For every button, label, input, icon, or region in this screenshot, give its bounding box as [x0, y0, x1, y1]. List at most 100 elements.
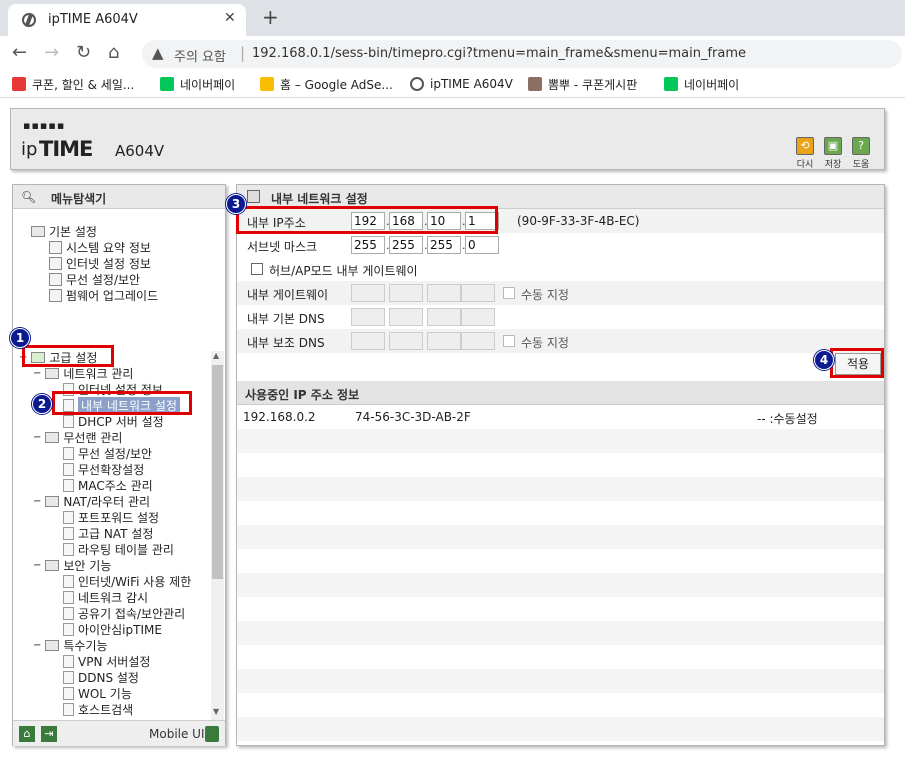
bookmark-adsense[interactable]: 홈 – Google AdSe... — [260, 75, 393, 93]
new-tab-icon[interactable]: + — [262, 5, 279, 29]
save-button[interactable]: ▣ 저장 — [819, 137, 847, 170]
subnet-octet-2[interactable]: 255 — [389, 236, 423, 254]
sidebar-scrollbar[interactable]: ▲ ▼ — [211, 351, 224, 721]
content-title: 내부 네트워크 설정 — [271, 192, 368, 206]
collapse-icon[interactable]: − — [33, 560, 41, 571]
menu-explorer-title: 메뉴탐색기 — [51, 192, 107, 206]
tree-label: 무선 설정/보안 — [78, 446, 153, 461]
tree-item[interactable]: 라우팅 테이블 관리 — [63, 541, 174, 557]
gateway-octet-3[interactable] — [427, 284, 461, 302]
home-icon[interactable]: ⌂ — [19, 726, 35, 742]
tree-item[interactable]: 네트워크 감시 — [63, 589, 148, 605]
page-icon — [63, 446, 74, 460]
refresh-button[interactable]: ⟲ 다시 — [791, 137, 819, 170]
subnet-octet-4[interactable]: 0 — [465, 236, 499, 254]
tree-label: 기본 설정 — [49, 224, 97, 239]
hub-ap-checkbox[interactable] — [251, 263, 263, 275]
dns-manual-label: 수동 지정 — [521, 336, 569, 350]
bookmark-iptime[interactable]: ipTIME A604V — [410, 75, 513, 93]
dns2-octet-4[interactable] — [461, 332, 495, 350]
tree-label: NAT/라우터 관리 — [63, 494, 151, 509]
home-icon[interactable]: ⌂ — [108, 42, 119, 63]
tree-label: 무선랜 관리 — [63, 430, 123, 445]
tree-item[interactable]: 시스템 요약 정보 — [49, 239, 151, 255]
close-icon[interactable]: ✕ — [224, 10, 236, 26]
collapse-icon[interactable]: − — [33, 368, 41, 379]
tree-item[interactable]: DDNS 설정 — [63, 669, 139, 685]
tree-group-wireless[interactable]: − 무선랜 관리 — [33, 429, 122, 445]
scroll-up-icon[interactable]: ▲ — [213, 351, 219, 360]
dns2-octet-2[interactable] — [389, 332, 423, 350]
dns-primary-label: 내부 기본 DNS — [247, 312, 325, 326]
tree-item[interactable]: 고급 NAT 설정 — [63, 525, 153, 541]
tree-basic-settings[interactable]: 기본 설정 — [31, 223, 97, 239]
collapse-icon[interactable]: − — [33, 432, 41, 443]
dns1-octet-2[interactable] — [389, 308, 423, 326]
model-name: A604V — [115, 142, 165, 160]
gateway-manual-checkbox[interactable] — [503, 287, 515, 299]
dns1-octet-1[interactable] — [351, 308, 385, 326]
magnifier-icon: 🔍︎ — [21, 190, 37, 204]
gateway-octet-1[interactable] — [351, 284, 385, 302]
bookmark-naverpay-2[interactable]: 네이버페이 — [664, 75, 739, 93]
logout-icon[interactable]: ⇥ — [41, 726, 57, 742]
tree-group-security[interactable]: − 보안 기능 — [33, 557, 111, 573]
mobile-ui-link[interactable]: Mobile UI — [149, 727, 205, 741]
adsense-icon — [260, 77, 274, 91]
tree-item[interactable]: MAC주소 관리 — [63, 477, 153, 493]
bookmark-naverpay[interactable]: 네이버페이 — [160, 75, 235, 93]
empty-row — [237, 669, 884, 693]
tree-group-network[interactable]: − 네트워크 관리 — [33, 365, 133, 381]
bookmark-coupon[interactable]: 쿠폰, 할인 & 세일... — [12, 75, 134, 93]
menu-explorer: 🔍︎ 메뉴탐색기 기본 설정 시스템 요약 정보 인터넷 설정 정보 무선 설정… — [12, 184, 226, 746]
used-ip-header: 사용중인 IP 주소 정보 — [237, 381, 884, 405]
tree-item[interactable]: 인터넷 설정 정보 — [49, 255, 151, 271]
tree-item[interactable]: 인터넷/WiFi 사용 제한 — [63, 573, 191, 589]
dns1-octet-4[interactable] — [461, 308, 495, 326]
subnet-octet-1[interactable]: 255 — [351, 236, 385, 254]
address-bar[interactable]: ▲ 주의 요함 | 192.168.0.1/sess-bin/timepro.c… — [142, 40, 902, 68]
empty-row — [237, 621, 884, 645]
gateway-octet-2[interactable] — [389, 284, 423, 302]
highlight-internal-ip — [236, 206, 498, 234]
mobile-icon[interactable] — [205, 726, 219, 742]
tree-item[interactable]: 호스트검색 — [63, 701, 133, 717]
tree-item[interactable]: DHCP 서버 설정 — [63, 413, 164, 429]
tree-item[interactable]: 펌웨어 업그레이드 — [49, 287, 158, 303]
router-page: ▪▪▪▪▪ ip TIME A604V ⟲ 다시 ▣ 저장 ? 도움 🔍︎ 메뉴… — [0, 98, 905, 764]
dns1-octet-3[interactable] — [427, 308, 461, 326]
tree-item[interactable]: 공유기 접속/보안관리 — [63, 605, 185, 621]
tree-item[interactable]: VPN 서버설정 — [63, 653, 150, 669]
url-text[interactable]: 192.168.0.1/sess-bin/timepro.cgi?tmenu=m… — [252, 46, 746, 61]
security-warning[interactable]: 주의 요함 — [174, 46, 226, 65]
collapse-icon[interactable]: − — [33, 640, 41, 651]
browser-tab-bar: ipTIME A604V ✕ + — [0, 0, 905, 36]
help-button[interactable]: ? 도움 — [847, 137, 875, 170]
tree-item[interactable]: 무선확장설정 — [63, 461, 144, 477]
tree-item[interactable]: 포트포워드 설정 — [63, 509, 159, 525]
reload-icon[interactable]: ↻ — [76, 42, 91, 63]
dns2-octet-1[interactable] — [351, 332, 385, 350]
dns2-octet-3[interactable] — [427, 332, 461, 350]
empty-row — [237, 429, 884, 453]
page-icon — [63, 702, 74, 716]
tree-item[interactable]: 무선 설정/보안 — [49, 271, 140, 287]
highlight-advanced-settings — [22, 345, 114, 367]
scrollbar-thumb[interactable] — [212, 365, 223, 579]
dns-manual-checkbox[interactable] — [503, 335, 515, 347]
warning-icon[interactable]: ▲ — [152, 44, 164, 62]
collapse-icon[interactable]: − — [33, 496, 41, 507]
gateway-octet-4[interactable] — [461, 284, 495, 302]
back-icon[interactable]: ← — [12, 42, 27, 63]
subnet-octet-3[interactable]: 255 — [427, 236, 461, 254]
row-subnet: 서브넷 마스크 255 . 255 . 255 . 0 — [237, 233, 884, 257]
browser-tab[interactable]: ipTIME A604V ✕ — [8, 4, 246, 36]
tree-group-special[interactable]: − 특수기능 — [33, 637, 108, 653]
tree-item[interactable]: 무선 설정/보안 — [63, 445, 152, 461]
tree-item[interactable]: WOL 기능 — [63, 685, 132, 701]
tree-item[interactable]: 아이안심ipTIME — [63, 621, 162, 637]
scroll-down-icon[interactable]: ▼ — [213, 707, 219, 716]
forward-icon[interactable]: → — [44, 42, 59, 63]
bookmark-ppomppu[interactable]: 뽐뿌 - 쿠폰게시판 — [528, 75, 637, 93]
tree-group-nat[interactable]: − NAT/라우터 관리 — [33, 493, 150, 509]
